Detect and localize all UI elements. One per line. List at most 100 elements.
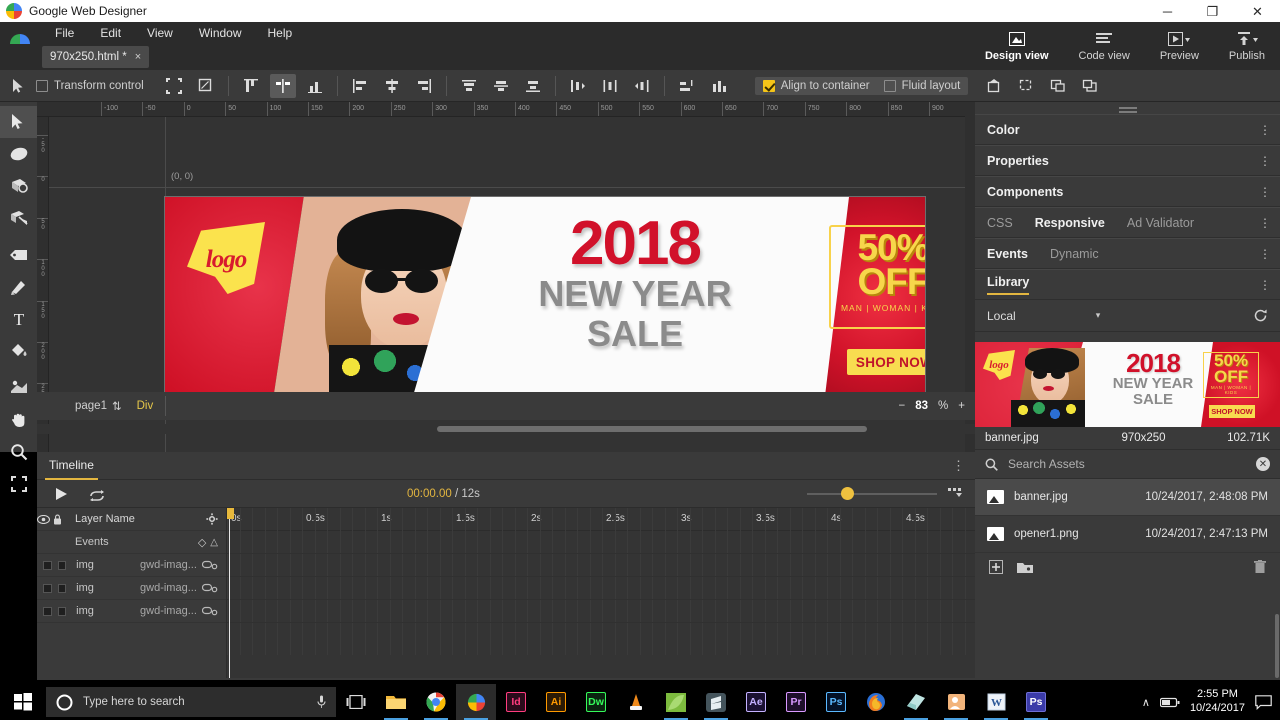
translate-3d-tool[interactable] <box>0 202 37 234</box>
menu-item-help[interactable]: Help <box>255 22 306 44</box>
taskbar-app-contacts[interactable] <box>936 684 976 720</box>
components-kebab-icon[interactable]: ⋮ <box>1259 185 1271 199</box>
gear-icon[interactable] <box>206 513 218 525</box>
publish-button[interactable]: Publish <box>1223 29 1271 64</box>
hand-tool[interactable] <box>0 404 37 436</box>
taskbar-app-image-viewer[interactable] <box>656 684 696 720</box>
distribute-vertical-icon[interactable] <box>238 74 264 98</box>
space-vertical-icon[interactable] <box>629 74 655 98</box>
banner-cta-button[interactable]: SHOP NOW <box>847 349 925 375</box>
table-row[interactable]: img gwd-imag... <box>37 600 226 623</box>
tab-css[interactable]: CSS <box>987 216 1013 230</box>
space-horizontal-icon[interactable] <box>565 74 591 98</box>
task-view-icon[interactable] <box>336 684 376 720</box>
taskbar-app-adobe-dreamweaver[interactable]: Dw <box>576 684 616 720</box>
properties-kebab-icon[interactable]: ⋮ <box>1259 154 1271 168</box>
menu-item-edit[interactable]: Edit <box>87 22 134 44</box>
timeline-zoom-slider[interactable] <box>807 487 937 500</box>
zoom-tool[interactable] <box>0 436 37 468</box>
minimize-button[interactable]: ─ <box>1145 0 1190 22</box>
layer-color-swatch[interactable] <box>43 560 52 570</box>
align-right-icon[interactable] <box>411 74 437 98</box>
slider-knob[interactable] <box>841 487 854 500</box>
taskbar-app-notes[interactable] <box>896 684 936 720</box>
taskbar-app-adobe-indesign[interactable]: Id <box>496 684 536 720</box>
panel-section-properties[interactable]: Properties ⋮ <box>975 145 1280 176</box>
rotate-3d-tool[interactable] <box>0 170 37 202</box>
canvas-horizontal-scrollbar[interactable] <box>37 424 975 434</box>
taskbar-app-adobe-photoshop-2[interactable]: Ps <box>1016 684 1056 720</box>
scrollbar-thumb[interactable] <box>437 426 867 432</box>
group-icon[interactable] <box>981 74 1007 98</box>
document-tab-close-icon[interactable]: × <box>135 51 141 63</box>
link-icon[interactable] <box>202 560 218 570</box>
align-to-container-group[interactable]: Align to container <box>762 79 870 92</box>
match-height-icon[interactable] <box>706 74 732 98</box>
align-middle-icon[interactable] <box>488 74 514 98</box>
timeline-playhead[interactable] <box>227 508 234 678</box>
timeline-track-area[interactable]: 0s0.5s1s1.5s2s2.5s3s3.5s4s4.5s <box>227 508 975 678</box>
battery-icon[interactable] <box>1159 697 1180 708</box>
taskbar-app-file-explorer[interactable] <box>376 684 416 720</box>
link-icon[interactable] <box>202 606 218 616</box>
tab-dynamic[interactable]: Dynamic <box>1050 247 1099 261</box>
match-size-icon[interactable] <box>674 74 700 98</box>
css-kebab-icon[interactable]: ⋮ <box>1259 216 1271 230</box>
color-kebab-icon[interactable]: ⋮ <box>1259 123 1271 137</box>
tab-responsive[interactable]: Responsive <box>1035 216 1105 230</box>
taskbar-search-box[interactable]: Type here to search <box>46 687 336 717</box>
arrange-forward-icon[interactable] <box>1045 74 1071 98</box>
tag-tool[interactable] <box>0 239 37 271</box>
layer-color-swatch-2[interactable] <box>57 606 67 616</box>
loop-icon[interactable] <box>88 487 106 501</box>
layer-color-swatch[interactable] <box>43 606 52 616</box>
asset-preview[interactable]: logo 2018 NEW YEAR SALE 50% OFF MAN | WO… <box>975 342 1280 427</box>
horizontal-ruler[interactable]: -100 -50 0 50 100 150 200 250 300 350 400 450 500 550… <box>37 102 975 117</box>
taskbar-app-google-chrome[interactable] <box>416 684 456 720</box>
clear-search-icon[interactable]: ✕ <box>1256 457 1270 471</box>
layer-color-swatch[interactable] <box>43 583 52 593</box>
zoom-in-button[interactable]: + <box>958 400 965 412</box>
library-source-dropdown[interactable]: Local ▾ <box>975 300 1280 332</box>
design-view-button[interactable]: Design view <box>979 29 1055 64</box>
trash-icon[interactable] <box>1254 560 1266 574</box>
transform-bounds-icon[interactable] <box>161 74 187 98</box>
microphone-icon[interactable] <box>317 695 326 709</box>
visibility-icon[interactable] <box>37 514 53 524</box>
close-button[interactable]: ✕ <box>1235 0 1280 22</box>
timeline-lane[interactable] <box>227 577 975 600</box>
play-icon[interactable] <box>55 487 68 501</box>
menu-item-file[interactable]: File <box>42 22 87 44</box>
panel-section-components[interactable]: Components ⋮ <box>975 176 1280 207</box>
taskbar-app-adobe-after-effects[interactable]: Ae <box>736 684 776 720</box>
panel-resize-grip[interactable] <box>975 102 1280 114</box>
fluid-layout-checkbox[interactable] <box>883 79 896 92</box>
timeline-events-row[interactable]: Events ◇ △ <box>37 531 226 554</box>
timeline-lane[interactable] <box>227 600 975 623</box>
chevron-down-icon[interactable]: ▾ <box>1096 310 1101 321</box>
add-keyframe-icon[interactable]: ◇ <box>198 536 206 549</box>
taskbar-app-google-web-designer[interactable] <box>456 684 496 720</box>
search-input[interactable] <box>1008 457 1223 471</box>
plus-icon[interactable] <box>989 560 1003 574</box>
space-even-icon[interactable] <box>597 74 623 98</box>
page-selector[interactable]: page1 ⇅ Div <box>75 399 153 413</box>
page-stepper-icon[interactable]: ⇅ <box>112 399 122 413</box>
tray-chevron-icon[interactable]: ∧ <box>1142 696 1150 709</box>
align-to-container-checkbox[interactable] <box>762 79 775 92</box>
panel-section-color[interactable]: Color ⋮ <box>975 114 1280 145</box>
oval-tool[interactable] <box>0 138 37 170</box>
playhead-handle[interactable] <box>227 508 234 519</box>
banner-artwork[interactable]: logo 2018 NEW YEAR SALE 50% OFF MAN | WO… <box>165 197 925 396</box>
link-icon[interactable] <box>202 583 218 593</box>
code-view-button[interactable]: Code view <box>1073 29 1136 64</box>
align-bottom-icon[interactable] <box>520 74 546 98</box>
taskbar-app-adobe-illustrator[interactable]: Ai <box>536 684 576 720</box>
fluid-layout-group[interactable]: Fluid layout <box>883 79 960 92</box>
taskbar-app-mozilla-firefox[interactable] <box>856 684 896 720</box>
distribute-size-icon[interactable] <box>302 74 328 98</box>
asset-list-scrollbar[interactable] <box>1275 614 1279 678</box>
timeline-menu-icon[interactable]: ⋮ <box>952 458 965 474</box>
layer-color-swatch-2[interactable] <box>57 560 67 570</box>
ungroup-icon[interactable] <box>1013 74 1039 98</box>
